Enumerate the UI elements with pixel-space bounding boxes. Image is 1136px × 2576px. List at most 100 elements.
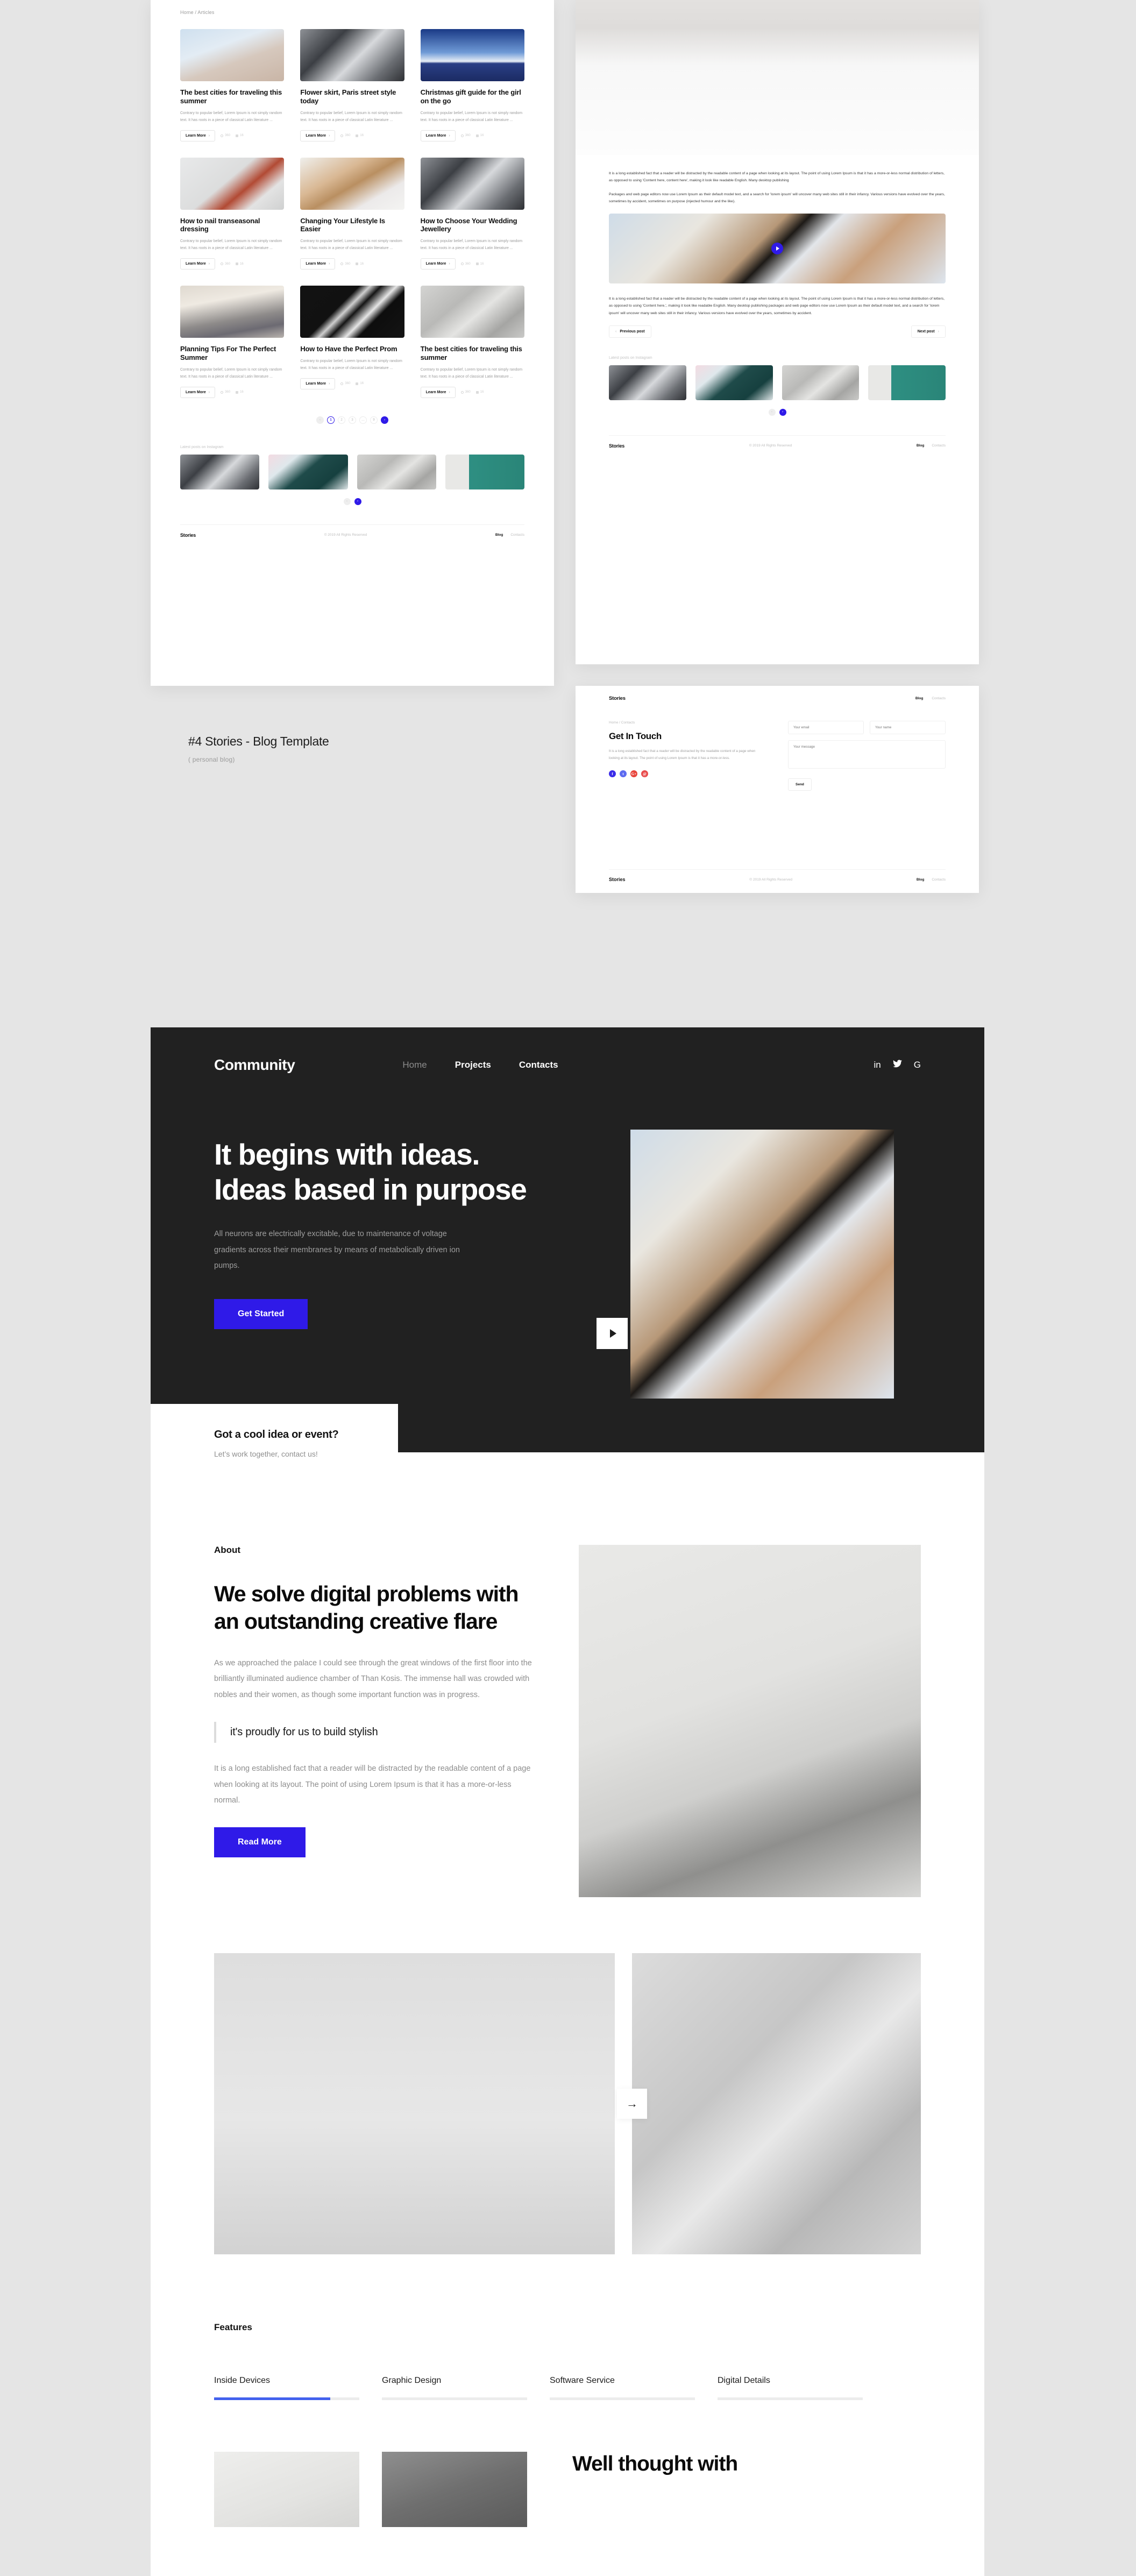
footer-link-blog[interactable]: Blog [495, 533, 503, 537]
article-card[interactable]: The best cities for traveling this summe… [420, 286, 524, 398]
facebook-icon[interactable]: f [609, 770, 616, 778]
view-count-value: 360 [345, 134, 351, 138]
learn-more-button[interactable]: Learn More › [180, 258, 216, 270]
learn-more-button[interactable]: Learn More › [420, 130, 456, 141]
feature-tab-digital-details[interactable]: Digital Details [718, 2376, 885, 2400]
instagram-thumbnail[interactable] [868, 365, 946, 400]
get-started-button[interactable]: Get Started [214, 1298, 308, 1329]
footer-link-contacts[interactable]: Contacts [932, 444, 946, 448]
learn-more-button[interactable]: Learn More › [420, 386, 456, 398]
article-card[interactable]: Christmas gift guide for the girl on the… [420, 29, 524, 141]
next-post-button[interactable]: Next post › [911, 325, 946, 338]
carousel-next-button[interactable]: › [779, 408, 786, 416]
feature-tab-graphic-design[interactable]: Graphic Design [382, 2376, 550, 2400]
instagram-thumbnail[interactable] [357, 454, 436, 489]
google-icon[interactable]: G [914, 1060, 921, 1070]
instagram-thumbnail[interactable] [268, 454, 348, 489]
nav-link-contacts[interactable]: Contacts [519, 1060, 558, 1070]
carousel-next-button[interactable]: › [354, 498, 361, 505]
pagination-prev[interactable]: ‹ [316, 416, 324, 424]
feature-text-block: Well thought with [572, 2452, 738, 2477]
next-post-label: Next post [917, 329, 935, 333]
article-card[interactable]: Flower skirt, Paris street style today C… [300, 29, 404, 141]
article-title: The best cities for traveling this summe… [180, 88, 282, 105]
play-icon[interactable] [597, 1318, 628, 1349]
play-icon[interactable] [771, 243, 783, 254]
pagination-next[interactable]: › [381, 416, 388, 424]
article-thumbnail [420, 29, 524, 81]
learn-more-button[interactable]: Learn More › [180, 386, 216, 398]
view-count-value: 360 [345, 382, 351, 386]
footer-link-blog[interactable]: Blog [917, 444, 924, 448]
article-card-footer: Learn More › 360 16 [300, 258, 404, 270]
comment-icon [356, 262, 359, 266]
message-field[interactable] [788, 740, 946, 769]
feature-progress-track [214, 2397, 359, 2400]
article-card[interactable]: The best cities for traveling this summe… [180, 29, 285, 141]
instagram-thumbnail[interactable] [695, 365, 773, 400]
nav-link-projects[interactable]: Projects [455, 1060, 491, 1070]
pagination-page-2[interactable]: 2 [338, 416, 345, 424]
instagram-thumbnail[interactable] [445, 454, 524, 489]
footer-link-contacts[interactable]: Contacts [510, 533, 524, 537]
view-count: 360 [340, 382, 350, 385]
arrow-right-icon[interactable]: → [617, 2089, 647, 2119]
article-title: Christmas gift guide for the girl on the… [420, 88, 521, 105]
instagram-carousel-controls: ‹ › [609, 408, 946, 416]
previous-post-button[interactable]: ‹ Previous post [609, 325, 651, 338]
comment-count-value: 16 [240, 391, 244, 394]
feature-progress-fill [214, 2397, 330, 2400]
article-card[interactable]: Changing Your Lifestyle Is Easier Contra… [300, 157, 404, 270]
feature-image-light [214, 2452, 359, 2527]
article-card[interactable]: Planning Tips For The Perfect Summer Con… [180, 286, 285, 398]
learn-more-button[interactable]: Learn More › [420, 258, 456, 270]
idea-cta-card[interactable]: Got a cool idea or event? Let’s work tog… [151, 1404, 398, 1487]
instagram-thumbnail[interactable] [782, 365, 860, 400]
footer-link-contacts[interactable]: Contacts [932, 878, 946, 882]
feature-tab-inside-devices[interactable]: Inside Devices [214, 2376, 382, 2400]
learn-more-button[interactable]: Learn More › [300, 130, 336, 141]
pagination: ‹ 1 2 3 … 9 › [180, 416, 524, 424]
article-card[interactable]: How to Choose Your Wedding Jewellery Con… [420, 157, 524, 270]
twitter-icon[interactable]: t [620, 770, 627, 778]
nav-link-home[interactable]: Home [402, 1060, 427, 1070]
chevron-right-icon: › [329, 381, 330, 386]
linkedin-icon[interactable]: in [874, 1060, 881, 1070]
article-card[interactable]: How to Have the Perfect Prom Contrary to… [300, 286, 404, 398]
instagram-thumbnail[interactable] [180, 454, 260, 489]
carousel-prev-button[interactable]: ‹ [343, 498, 351, 505]
learn-more-button[interactable]: Learn More › [300, 378, 336, 389]
instagram-icon[interactable]: @ [641, 770, 648, 778]
feature-tab-software-service[interactable]: Software Service [550, 2376, 718, 2400]
eye-icon [460, 134, 464, 137]
instagram-thumbnail[interactable] [609, 365, 686, 400]
pagination-page-3[interactable]: 3 [349, 416, 356, 424]
article-video-figure[interactable] [609, 214, 946, 283]
pagination-page-9[interactable]: 9 [370, 416, 378, 424]
footer-link-blog[interactable]: Blog [917, 878, 924, 882]
nav-link-blog[interactable]: Blog [915, 697, 923, 700]
article-card-grid: The best cities for traveling this summe… [180, 29, 524, 414]
comment-count: 16 [236, 262, 244, 266]
nav-link-contacts[interactable]: Contacts [932, 697, 946, 700]
article-card[interactable]: How to nail transeasonal dressing Contra… [180, 157, 285, 270]
site-brand: Stories [609, 696, 626, 701]
twitter-icon[interactable] [892, 1060, 902, 1070]
send-button[interactable]: Send [788, 778, 812, 791]
google-plus-icon[interactable]: G+ [630, 770, 637, 778]
previous-post-label: Previous post [620, 329, 645, 333]
feature-image-dark [382, 2452, 527, 2527]
learn-more-button[interactable]: Learn More › [300, 258, 336, 270]
chevron-right-icon: › [208, 262, 210, 266]
learn-more-button[interactable]: Learn More › [180, 130, 216, 141]
email-field[interactable] [788, 721, 864, 734]
pagination-page-1[interactable]: 1 [327, 416, 335, 424]
comment-count: 16 [356, 382, 364, 385]
article-title: How to Choose Your Wedding Jewellery [420, 216, 517, 233]
comment-count-value: 16 [480, 262, 484, 266]
carousel-prev-button[interactable]: ‹ [768, 408, 776, 416]
read-more-button[interactable]: Read More [214, 1827, 306, 1857]
name-field[interactable] [870, 721, 946, 734]
view-count-value: 360 [465, 391, 471, 394]
site-logo[interactable]: Community [214, 1056, 295, 1074]
